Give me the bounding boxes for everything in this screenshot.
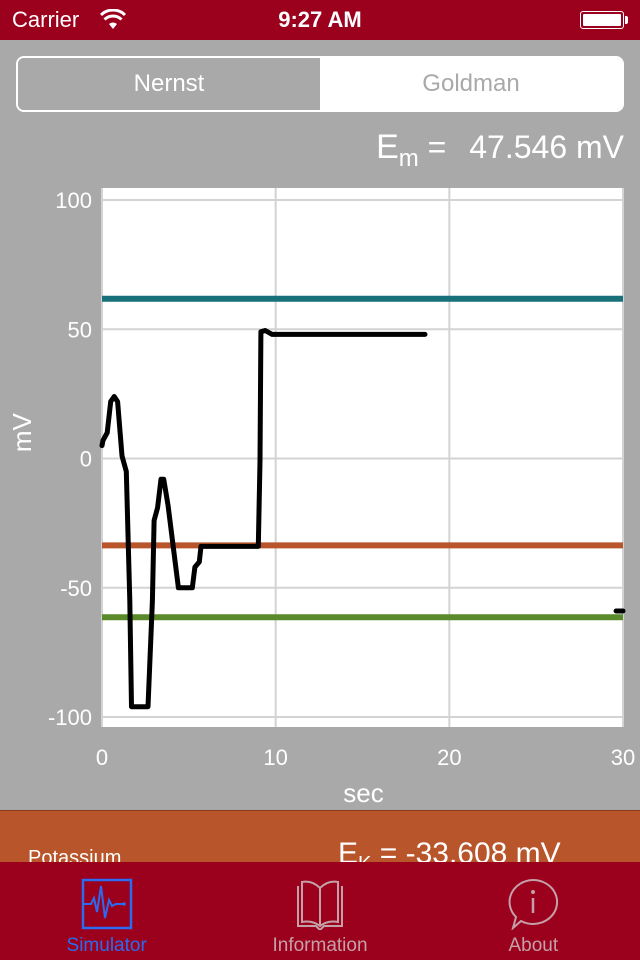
tab-bar: Simulator Information About [0,862,640,960]
chart-svg: 100500-50-1000 10 20 30 sec mV [7,188,635,808]
segment-nernst[interactable]: Nernst [18,58,320,110]
ek-value: -33.608 mV [405,837,561,863]
y-tick-label: 50 [68,317,92,342]
x-tick-label: 20 [437,745,461,770]
tab-about[interactable]: About [427,862,640,960]
x-tick-label: 30 [611,745,635,770]
y-axis-label: mV [7,412,37,452]
x-axis-label: sec [343,778,383,808]
y-tick-label: 100 [55,188,92,213]
waveform-monitor-icon [81,878,132,930]
info-speech-bubble-icon [508,878,559,930]
ion-name: Potassium [28,847,122,863]
ion-panel-potassium[interactable]: Potassium EK = -33.608 mV [0,810,640,863]
tab-simulator[interactable]: Simulator [0,862,213,960]
tab-information[interactable]: Information [213,862,426,960]
segment-goldman[interactable]: Goldman [320,58,622,110]
membrane-potential-readout: Em = 47.546 mV [376,128,624,173]
y-tick-label: 0 [80,447,92,472]
tab-information-label: Information [272,935,368,956]
ek-equals: = [379,837,398,863]
ek-symbol: E [338,837,359,863]
open-book-icon [296,880,343,930]
battery-tip [625,16,628,24]
status-bar: Carrier 9:27 AM [0,0,640,40]
x-tick-label: 10 [263,745,287,770]
battery-icon [580,11,624,29]
ion-equilibrium-readout: EK = -33.608 mV [338,837,561,863]
clock: 9:27 AM [278,7,362,32]
tab-simulator-label: Simulator [66,935,147,956]
tab-about-label: About [508,935,559,956]
em-equals: = [427,129,447,165]
mode-segmented-control: Nernst Goldman [16,56,624,112]
y-tick-label: -100 [48,705,92,730]
em-subscript: m [398,145,419,172]
x-tick-label: 0 [96,745,108,770]
em-value: 47.546 mV [469,129,624,165]
em-symbol: E [376,128,399,166]
membrane-potential-chart: 100 50 0 -50 -100 0 10 20 30 sec mV [0,180,640,810]
y-tick-label: -50 [60,576,92,601]
